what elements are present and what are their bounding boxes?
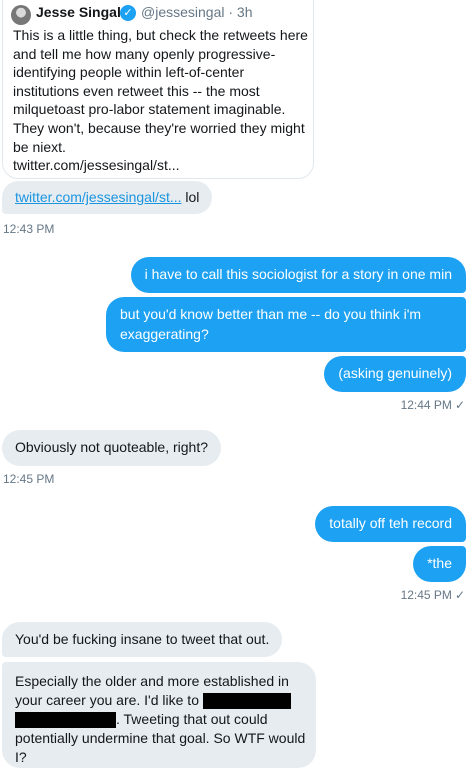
tweet-author-handle: @jessesingal · 3h bbox=[141, 4, 253, 20]
message-text: totally off teh record bbox=[329, 515, 452, 531]
message-text: *the bbox=[427, 555, 452, 571]
message-timestamp: 12:43 PM bbox=[3, 222, 55, 236]
message-bubble-sent: totally off teh record bbox=[315, 506, 466, 542]
quoted-tweet-card[interactable]: Jesse Singal ✓ @jessesingal · 3h This is… bbox=[2, 0, 314, 179]
message-bubble-received: Obviously not quoteable, right? bbox=[2, 430, 222, 466]
message-bubble-sent: i have to call this sociologist for a st… bbox=[130, 257, 466, 293]
message-text: (asking genuinely) bbox=[338, 365, 452, 381]
tweet-text: This is a little thing, but check the re… bbox=[13, 27, 308, 174]
message-timestamp: 12:44 PM ✓ bbox=[400, 398, 465, 412]
message-bubble-sent: (asking genuinely) bbox=[324, 356, 466, 392]
message-bubble-received: twitter.com/jessesingal/st... lol bbox=[2, 181, 213, 214]
tweet-author-name[interactable]: Jesse Singal bbox=[36, 4, 121, 20]
message-text: You'd be fucking insane to tweet that ou… bbox=[15, 631, 270, 647]
message-bubble-received: Especially the older and more establishe… bbox=[2, 662, 316, 768]
message-text: i have to call this sociologist for a st… bbox=[144, 266, 452, 282]
message-bubble-received: You'd be fucking insane to tweet that ou… bbox=[2, 622, 283, 657]
checkmark-icon: ✓ bbox=[454, 588, 465, 602]
message-text: Obviously not quoteable, right? bbox=[15, 439, 209, 455]
message-timestamp: 12:45 PM bbox=[3, 472, 55, 486]
message-timestamp: 12:45 PM ✓ bbox=[400, 588, 465, 602]
tweet-link[interactable]: twitter.com/jessesingal/st... bbox=[15, 189, 182, 205]
message-text: lol bbox=[181, 189, 200, 205]
message-bubble-sent: but you'd know better than me -- do you … bbox=[106, 297, 466, 352]
message-text: but you'd know better than me -- do you … bbox=[120, 306, 422, 342]
avatar[interactable] bbox=[11, 5, 31, 25]
checkmark-icon: ✓ bbox=[454, 398, 465, 412]
redaction-block bbox=[15, 712, 116, 729]
redaction-block bbox=[202, 693, 291, 710]
message-bubble-sent: *the bbox=[413, 546, 466, 582]
verified-badge-icon: ✓ bbox=[120, 5, 136, 21]
